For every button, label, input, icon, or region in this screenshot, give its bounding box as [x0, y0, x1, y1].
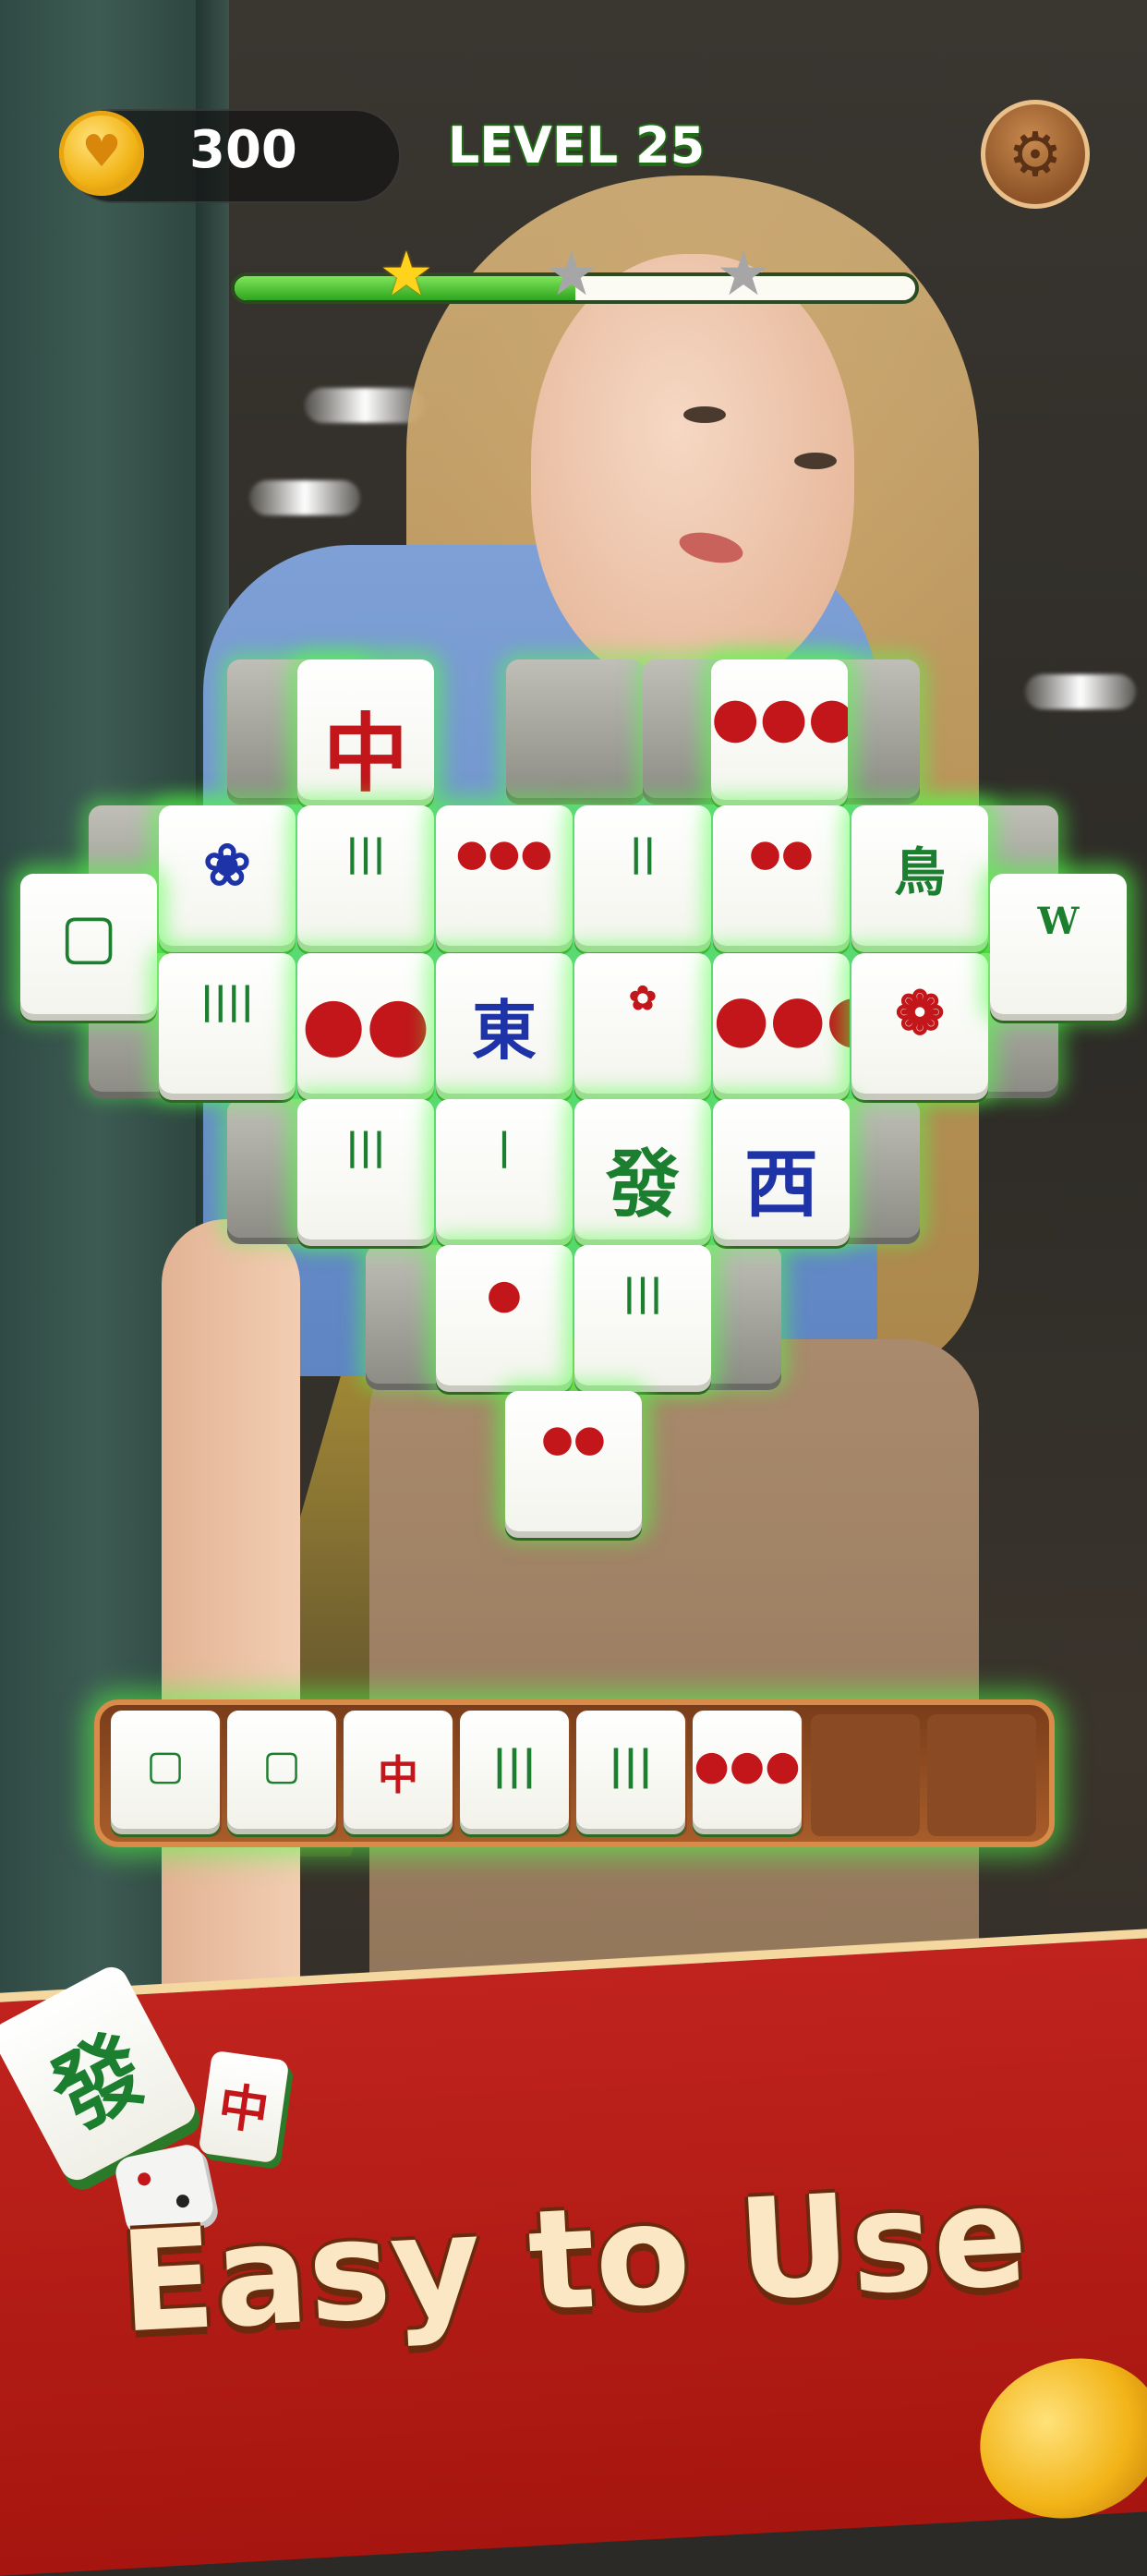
mahjong-tile-bamboo-7[interactable]: ||| — [297, 805, 434, 946]
tile-glyph: ❀ — [203, 831, 251, 899]
tile-glyph: ●● — [749, 831, 814, 875]
mahjong-tile-bamboo-8[interactable]: |||| — [159, 953, 296, 1094]
mahjong-tile-bamboo-2[interactable]: | — [436, 1099, 573, 1240]
tile-glyph: ●●● — [711, 685, 848, 750]
tray-tile-glyph: ▢ — [262, 1742, 301, 1789]
mahjong-tile-bamboo-8-w[interactable]: W — [990, 874, 1127, 1014]
mahjong-tile-dots-6[interactable]: ●● — [505, 1391, 642, 1531]
tray-slot — [811, 1714, 920, 1836]
dice-pip — [136, 2171, 152, 2187]
tray-tile-bamboo-6: ||| — [576, 1711, 685, 1829]
tile-glyph: ❁ — [895, 979, 945, 1048]
tray-tile-bamboo-6: ||| — [460, 1711, 569, 1829]
covered-tile — [506, 659, 645, 798]
mahjong-tile-dots-5[interactable]: ●● — [297, 953, 434, 1094]
tray-slot — [927, 1714, 1036, 1836]
mahjong-tile-plum-flower[interactable]: ❁ — [851, 953, 988, 1094]
tray-tile-glyph: ||| — [491, 1742, 537, 1789]
tile-glyph: | — [497, 1125, 512, 1168]
tray-tile-glyph: 中 — [378, 1752, 418, 1799]
mahjong-tile-west-wind[interactable]: 西 — [713, 1099, 850, 1240]
mahjong-tile-dots-9[interactable]: ●●● — [713, 953, 850, 1094]
mahjong-tile-bamboo-1-bird[interactable]: 鳥 — [851, 805, 988, 946]
tile-glyph: |||| — [199, 979, 255, 1022]
tile-glyph: ● — [486, 1271, 523, 1318]
mahjong-tile-dots-3[interactable]: ●●● — [711, 659, 848, 800]
tile-glyph: ||| — [345, 1125, 386, 1168]
tile-glyph: ▢ — [59, 900, 118, 972]
tray-tile-white-dragon: ▢ — [227, 1711, 336, 1829]
tray-tile-glyph: ▢ — [146, 1742, 185, 1789]
tile-glyph: ●●● — [713, 979, 850, 1056]
mahjong-tile-dots-7[interactable]: ●●● — [436, 805, 573, 946]
tile-glyph: 鳥 — [894, 842, 946, 903]
mahjong-tile-green-dragon[interactable]: 發 — [574, 1099, 711, 1240]
tray-tile-red-dragon: 中 — [344, 1711, 453, 1829]
mahjong-tile-iris-flower[interactable]: ❀ — [159, 805, 296, 946]
tile-glyph: 西 — [744, 1141, 818, 1228]
mahjong-tile-chrysanthemum-flower[interactable]: ✿ — [574, 953, 711, 1094]
tile-glyph: ||| — [622, 1271, 663, 1314]
tray-tile-white-dragon: ▢ — [111, 1711, 220, 1829]
tray-tile-glyph: ||| — [608, 1742, 654, 1789]
tile-glyph: 發 — [606, 1141, 680, 1228]
tile-glyph: ✿ — [628, 979, 658, 1018]
tray-tile-dots-3: ●●● — [693, 1711, 802, 1829]
mahjong-tile-east-wind[interactable]: 東 — [436, 953, 573, 1094]
decor-tile-glyph: 中 — [214, 2075, 272, 2142]
mahjong-tile-white-dragon[interactable]: ▢ — [20, 874, 157, 1014]
mahjong-tile-dots-4[interactable]: ●● — [713, 805, 850, 946]
mahjong-tile-bamboo-6[interactable]: ||| — [297, 1099, 434, 1240]
tile-glyph: 東 — [472, 992, 537, 1069]
tile-glyph: ||| — [345, 831, 386, 875]
tile-glyph: ●● — [301, 979, 430, 1066]
decor-mahjong-tile-small: 中 — [198, 2050, 290, 2164]
tile-glyph: W — [1037, 900, 1080, 943]
tile-glyph: ●● — [541, 1417, 606, 1460]
mahjong-tile-dots-2[interactable]: ● — [436, 1245, 573, 1385]
tile-glyph: ●●● — [455, 831, 553, 875]
tile-glyph: || — [629, 831, 657, 875]
tile-glyph: 中 — [322, 704, 408, 800]
mahjong-tile-red-dragon[interactable]: 中 — [297, 659, 434, 800]
mahjong-tile-bamboo-4[interactable]: || — [574, 805, 711, 946]
mahjong-tile-bamboo-9[interactable]: ||| — [574, 1245, 711, 1385]
tray-tile-glyph: ●●● — [694, 1742, 801, 1789]
